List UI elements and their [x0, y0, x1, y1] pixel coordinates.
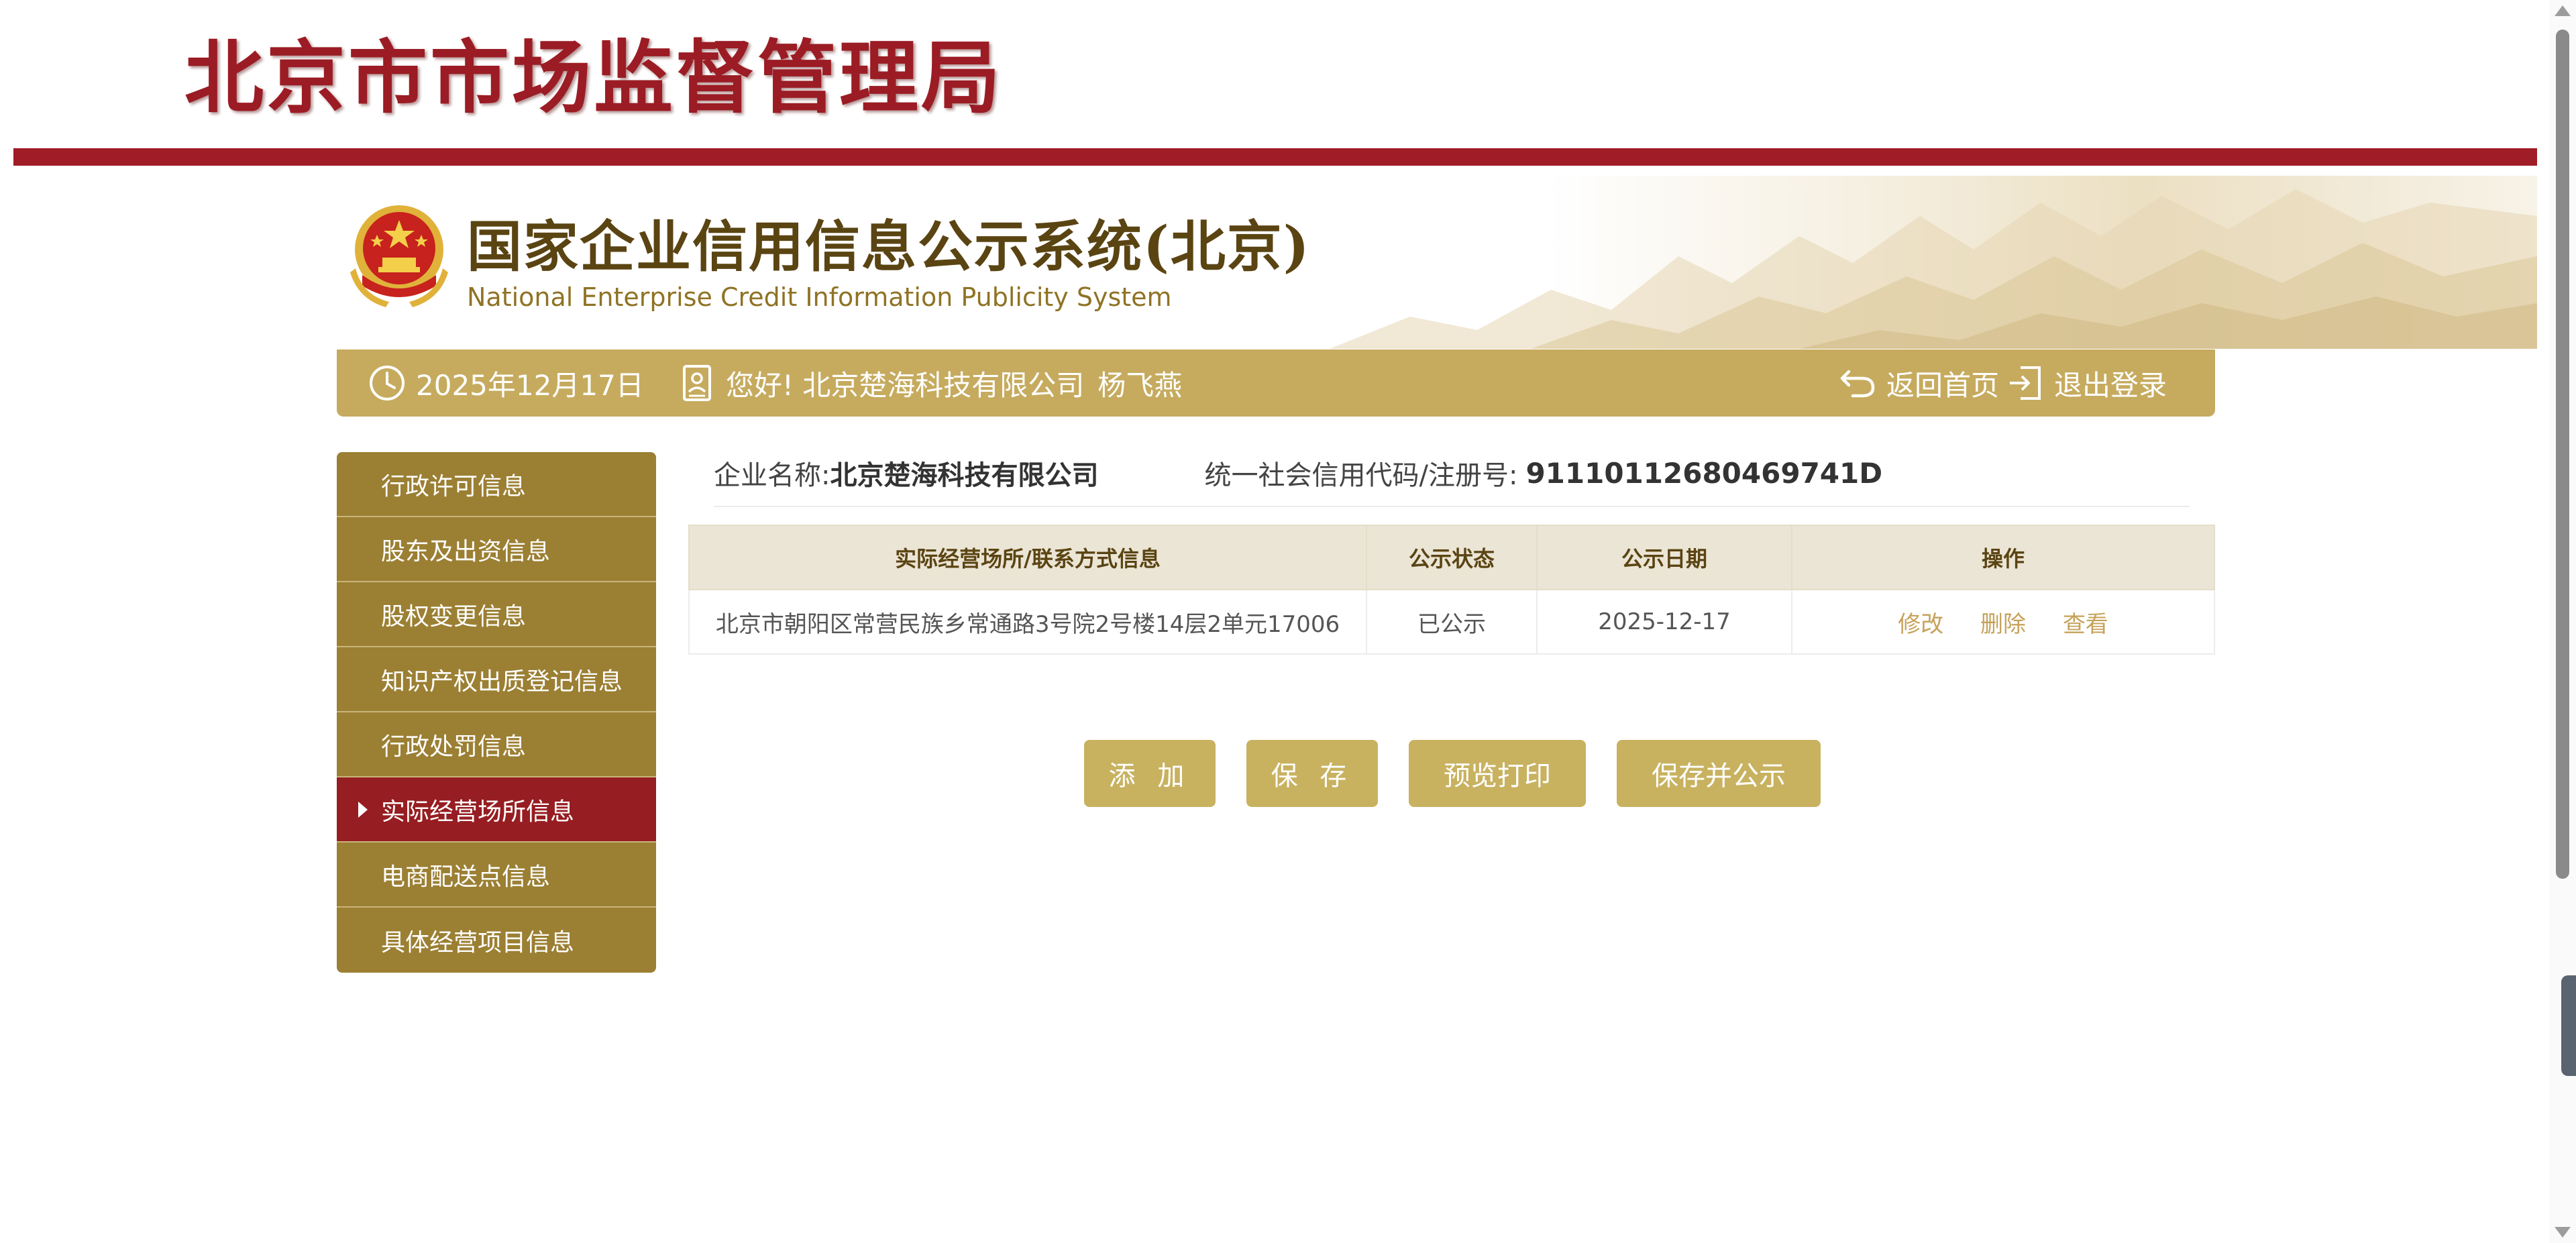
- sidebar-item-equity-change[interactable]: 股权变更信息: [337, 582, 656, 647]
- save-button[interactable]: 保 存: [1246, 740, 1378, 807]
- logout-icon: [2010, 366, 2041, 400]
- date-text: 2025年12月17日: [416, 368, 644, 402]
- mountain-landscape-decoration: [1330, 189, 2537, 349]
- user-badge-icon: [683, 365, 711, 401]
- content-divider: [714, 506, 2190, 507]
- scroll-up-arrow-icon[interactable]: [2555, 5, 2571, 16]
- column-header-ops: 操作: [1791, 525, 2215, 590]
- side-widget-handle[interactable]: [2561, 975, 2576, 1076]
- caret-right-icon: [358, 802, 368, 818]
- system-title-cn: 国家企业信用信息公示系统(北京): [467, 215, 1311, 279]
- sidebar-item-label: 股权变更信息: [381, 602, 527, 631]
- preview-print-button[interactable]: 预览打印: [1409, 740, 1586, 807]
- view-link[interactable]: 查看: [2063, 611, 2108, 638]
- company-info: 企业名称: 北京楚海科技有限公司 统一社会信用代码/注册号: 911101126…: [714, 448, 1882, 498]
- premises-table: 实际经营场所/联系方式信息 公示状态 公示日期 操作 北京市朝阳区常营民族乡常通…: [688, 525, 2215, 655]
- credit-code-value: 91110112680469741D: [1525, 456, 1883, 490]
- edit-link[interactable]: 修改: [1898, 611, 1943, 638]
- user-name: 杨飞燕: [1097, 368, 1183, 402]
- sidebar-item-label: 实际经营场所信息: [381, 798, 575, 826]
- user-greeting: 您好! 北京楚海科技有限公司 杨飞燕: [678, 349, 1182, 417]
- cell-date: 2025-12-17: [1536, 589, 1792, 655]
- company-name-label: 企业名称:: [714, 460, 830, 491]
- greeting-text: 您好! 北京楚海科技有限公司: [726, 368, 1085, 402]
- return-home-label: 返回首页: [1886, 368, 2000, 402]
- sidebar-item-label: 股东及出资信息: [381, 537, 551, 565]
- return-home-link[interactable]: 返回首页: [1838, 349, 1999, 417]
- sidebar-item-admin-penalty[interactable]: 行政处罚信息: [337, 712, 656, 777]
- sidebar-item-label: 行政许可信息: [381, 472, 527, 500]
- national-emblem-icon: [350, 205, 448, 307]
- action-buttons: 添 加 保 存 预览打印 保存并公示: [1084, 740, 1821, 807]
- system-title-en: National Enterprise Credit Information P…: [467, 282, 1172, 312]
- sidebar-item-admin-license[interactable]: 行政许可信息: [337, 452, 656, 517]
- company-name-value: 北京楚海科技有限公司: [830, 460, 1099, 491]
- sidebar-nav: 行政许可信息 股东及出资信息 股权变更信息 知识产权出质登记信息 行政处罚信息 …: [337, 452, 656, 973]
- cell-status: 已公示: [1366, 589, 1538, 655]
- sidebar-item-ecommerce-delivery[interactable]: 电商配送点信息: [337, 843, 656, 908]
- scroll-thumb[interactable]: [2556, 30, 2569, 879]
- bureau-title: 北京市市场监督管理局: [184, 31, 1004, 124]
- scroll-down-arrow-icon[interactable]: [2555, 1227, 2571, 1238]
- site-header: 北京市市场监督管理局: [0, 0, 2549, 166]
- sidebar-item-business-premises[interactable]: 实际经营场所信息: [337, 777, 656, 843]
- header-red-bar: [13, 148, 2537, 166]
- current-date: 2025年12月17日: [368, 349, 644, 417]
- column-header-date: 公示日期: [1536, 525, 1792, 590]
- sidebar-item-shareholders[interactable]: 股东及出资信息: [337, 517, 656, 582]
- table-row: 北京市朝阳区常营民族乡常通路3号院2号楼14层2单元17006 已公示 2025…: [688, 589, 2215, 655]
- sidebar-item-business-projects[interactable]: 具体经营项目信息: [337, 908, 656, 973]
- cell-address: 北京市朝阳区常营民族乡常通路3号院2号楼14层2单元17006: [688, 589, 1367, 655]
- clock-icon: [370, 366, 405, 400]
- sidebar-item-label: 知识产权出质登记信息: [381, 667, 623, 696]
- add-button[interactable]: 添 加: [1084, 740, 1216, 807]
- delete-link[interactable]: 删除: [1980, 611, 2026, 638]
- save-publish-button[interactable]: 保存并公示: [1617, 740, 1821, 807]
- info-bar: 2025年12月17日 您好! 北京楚海科技有限公司 杨飞燕 返回首页 退出登录: [337, 349, 2215, 417]
- sidebar-item-ip-pledge[interactable]: 知识产权出质登记信息: [337, 647, 656, 712]
- cell-ops: 修改 删除 查看: [1791, 589, 2215, 655]
- logout-link[interactable]: 退出登录: [2006, 349, 2167, 417]
- return-arrow-icon: [1840, 370, 1875, 398]
- sidebar-item-label: 具体经营项目信息: [381, 928, 575, 957]
- column-header-address: 实际经营场所/联系方式信息: [688, 525, 1367, 590]
- credit-code-label: 统一社会信用代码/注册号:: [1204, 460, 1518, 491]
- logout-label: 退出登录: [2054, 368, 2167, 402]
- table-header-row: 实际经营场所/联系方式信息 公示状态 公示日期 操作: [688, 525, 2215, 590]
- sidebar-item-label: 行政处罚信息: [381, 733, 527, 761]
- column-header-status: 公示状态: [1366, 525, 1538, 590]
- sidebar-item-label: 电商配送点信息: [381, 863, 551, 891]
